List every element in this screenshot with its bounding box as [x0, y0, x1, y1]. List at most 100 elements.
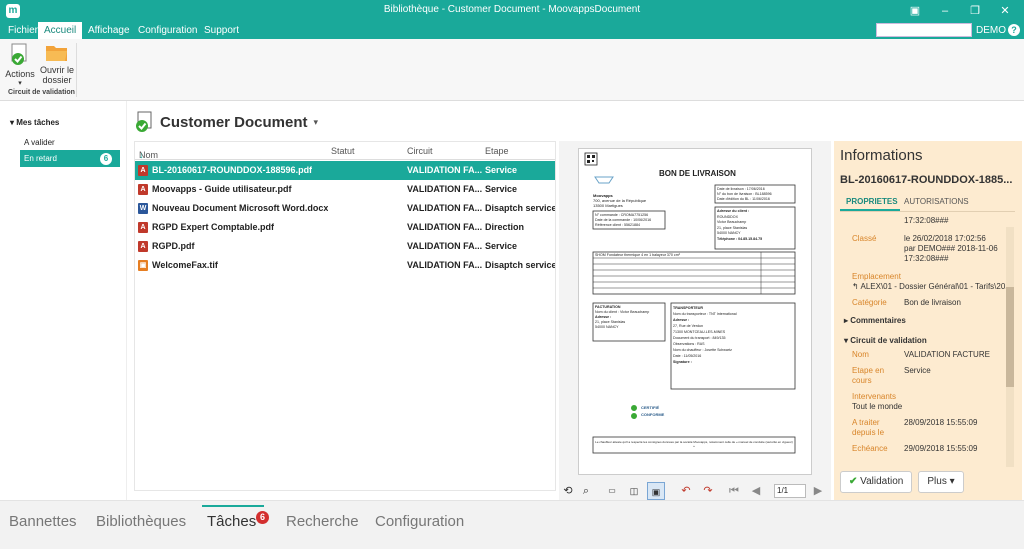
fit-page-icon[interactable]: ◫: [625, 482, 643, 500]
caret-down-icon: ▾: [10, 118, 15, 127]
chevron-down-icon: ▾: [949, 476, 955, 487]
section-commentaires[interactable]: ▸ Commentaires: [844, 316, 906, 325]
section-circuit[interactable]: ▾ Circuit de validation: [844, 336, 927, 345]
table-row[interactable]: A BL-20160617-ROUNDDOX-188596.pdf VALIDA…: [135, 161, 555, 180]
sort-down-icon: ↓: [139, 150, 144, 160]
prop-classe-value: le 26/02/2018 17:02:56: [904, 234, 986, 243]
tab-configuration[interactable]: Configuration: [132, 22, 203, 39]
nav-taches[interactable]: Tâches: [207, 513, 256, 530]
sidebar-item-en-retard[interactable]: En retard 6: [20, 150, 120, 167]
file-step: Disaptch service: [485, 203, 556, 213]
title-bar: m Bibliothèque - Customer Document - Moo…: [0, 0, 1024, 22]
file-step: Service: [485, 241, 518, 251]
prop-categorie-label: Catégorie: [852, 298, 887, 307]
actual-size-icon[interactable]: ▭: [603, 482, 621, 500]
file-circuit: VALIDATION FA...: [407, 222, 483, 232]
more-button[interactable]: Plus ▾: [918, 471, 964, 493]
circuit-nom-value: VALIDATION FACTURE: [904, 350, 990, 359]
nav-bannettes[interactable]: Bannettes: [9, 513, 77, 530]
active-nav-indicator: [202, 505, 264, 507]
preview-toolbar: ⟲ ⌕ ▭ ◫ ▣ ↶ ↷ ⏮ ◀ 1/1 ▶: [559, 482, 831, 500]
actions-label: Actions: [5, 69, 35, 79]
scrollbar-thumb[interactable]: [1006, 287, 1014, 387]
sidebar-section-my-tasks[interactable]: ▾ Mes tâches: [10, 118, 59, 127]
undo-icon[interactable]: ↶: [677, 482, 695, 500]
next-page-icon[interactable]: ▶: [809, 482, 827, 500]
client-info: Adresse du client : ROUNDDOX Victor Beau…: [717, 209, 763, 241]
rotate-icon[interactable]: ⟲: [559, 482, 577, 500]
prop-categorie-value: Bon de livraison: [904, 298, 961, 307]
file-name: WelcomeFax.tif: [152, 260, 218, 270]
help-icon[interactable]: ?: [1008, 24, 1020, 36]
document-grid: Nom ↓ Statut Circuit Etape A BL-20160617…: [134, 141, 556, 491]
minimize-icon[interactable]: –: [932, 3, 958, 19]
bottom-nav: Bannettes Bibliothèques Tâches 6 Recherc…: [0, 500, 1024, 549]
pdf-file-icon: A: [138, 222, 148, 233]
billing-block: FACTURATION Nom du client : Victor Beauc…: [595, 305, 650, 329]
tab-support[interactable]: Support: [198, 22, 245, 39]
file-name: RGPD.pdf: [152, 241, 195, 251]
circuit-nom-label: Nom: [852, 350, 869, 359]
file-circuit: VALIDATION FA...: [407, 165, 483, 175]
circuit-intervenants-value: Tout le monde: [852, 402, 903, 411]
table-row[interactable]: A RGPD Expert Comptable.pdf VALIDATION F…: [135, 218, 555, 237]
pdf-file-icon: A: [138, 165, 148, 176]
nav-configuration[interactable]: Configuration: [375, 513, 464, 530]
menu-bar: Fichier Accueil Affichage Configuration …: [0, 22, 1024, 39]
chevron-down-icon[interactable]: ▾: [314, 117, 319, 128]
search-input[interactable]: [876, 23, 972, 37]
table-row[interactable]: A RGPD.pdf VALIDATION FA... Service: [135, 237, 555, 256]
footer-note: Le chauffeur atteste qu'il a respecté le…: [595, 440, 793, 448]
table-row[interactable]: A Moovapps - Guide utilisateur.pdf VALID…: [135, 180, 555, 199]
order-info: N° commande : CROMA7751256 Date de la co…: [595, 213, 652, 227]
prop-classe-label: Classé: [852, 234, 877, 243]
close-icon[interactable]: ✕: [992, 3, 1018, 19]
nav-bibliotheques[interactable]: Bibliothèques: [96, 513, 186, 530]
certified-stamp: CERTIFIÉ CONFORME: [641, 405, 665, 417]
file-name: Moovapps - Guide utilisateur.pdf: [152, 184, 292, 194]
redo-icon[interactable]: ↷: [699, 482, 717, 500]
prop-emplacement-value[interactable]: ↰ ALEX\01 - Dossier Général\01 - Tarifs\…: [852, 282, 1008, 291]
window-restore-icon[interactable]: ▣: [902, 3, 928, 19]
library-title: Customer Document: [160, 113, 308, 131]
table-row[interactable]: W Nouveau Document Microsoft Word.docx V…: [135, 199, 556, 218]
page-number-input[interactable]: 1/1: [774, 484, 806, 498]
info-filename: BL-20160617-ROUNDDOX-1885...: [840, 174, 1013, 186]
first-page-icon[interactable]: ⏮: [725, 482, 743, 500]
vertical-scrollbar[interactable]: [1006, 227, 1014, 467]
zoom-icon[interactable]: ⌕: [577, 482, 595, 500]
count-badge: 6: [100, 153, 112, 165]
delivery-note-title: BON DE LIVRAISON: [659, 169, 736, 178]
open-folder-button[interactable]: Ouvrir le dossier: [40, 43, 74, 85]
tab-affichage[interactable]: Affichage: [82, 22, 136, 39]
table-row[interactable]: ▣ WelcomeFax.tif VALIDATION FA... Disapt…: [135, 256, 556, 275]
column-header-step[interactable]: Etape: [485, 146, 509, 156]
fit-width-icon[interactable]: ▣: [647, 482, 665, 500]
tab-autorisations[interactable]: AUTORISATIONS: [904, 197, 969, 206]
file-circuit: VALIDATION FA...: [407, 203, 483, 213]
previous-page-icon[interactable]: ◀: [747, 482, 765, 500]
column-header-circuit[interactable]: Circuit: [407, 146, 433, 156]
column-header-status[interactable]: Statut: [331, 146, 355, 156]
circuit-traiter-value: 28/09/2018 15:55:09: [904, 418, 978, 427]
circuit-echeance-label: Echéance: [852, 444, 888, 453]
tab-proprietes[interactable]: PROPRIETES: [846, 197, 898, 206]
circuit-echeance-value: 29/09/2018 15:55:09: [904, 444, 978, 453]
open-folder-label: Ouvrir le: [40, 65, 75, 75]
window-title: Bibliothèque - Customer Document - Moova…: [383, 4, 641, 15]
delivery-info: Date de livraison : 17/06/2016 N° du bon…: [717, 187, 772, 201]
file-step: Disaptch service: [485, 260, 556, 270]
nav-recherche[interactable]: Recherche: [286, 513, 359, 530]
file-name: BL-20160617-ROUNDDOX-188596.pdf: [152, 165, 313, 175]
prop-classe-value-3: 17:32:08###: [904, 254, 949, 263]
sidebar-item-a-valider[interactable]: A valider: [20, 134, 120, 151]
validation-button[interactable]: ✔ Validation: [840, 471, 913, 493]
tab-accueil[interactable]: Accueil: [38, 22, 83, 39]
actions-button[interactable]: Actions ▾: [4, 43, 36, 87]
circuit-traiter-label-2: depuis le: [852, 428, 885, 437]
maximize-icon[interactable]: ❐: [962, 3, 988, 19]
library-header: Customer Document ▾: [134, 108, 318, 136]
ribbon: Actions ▾ Ouvrir le dossier Circuit de v…: [0, 39, 1024, 101]
properties-list: 17:32:08### Classé le 26/02/2018 17:02:5…: [840, 216, 1008, 466]
folder-icon: [46, 46, 67, 61]
